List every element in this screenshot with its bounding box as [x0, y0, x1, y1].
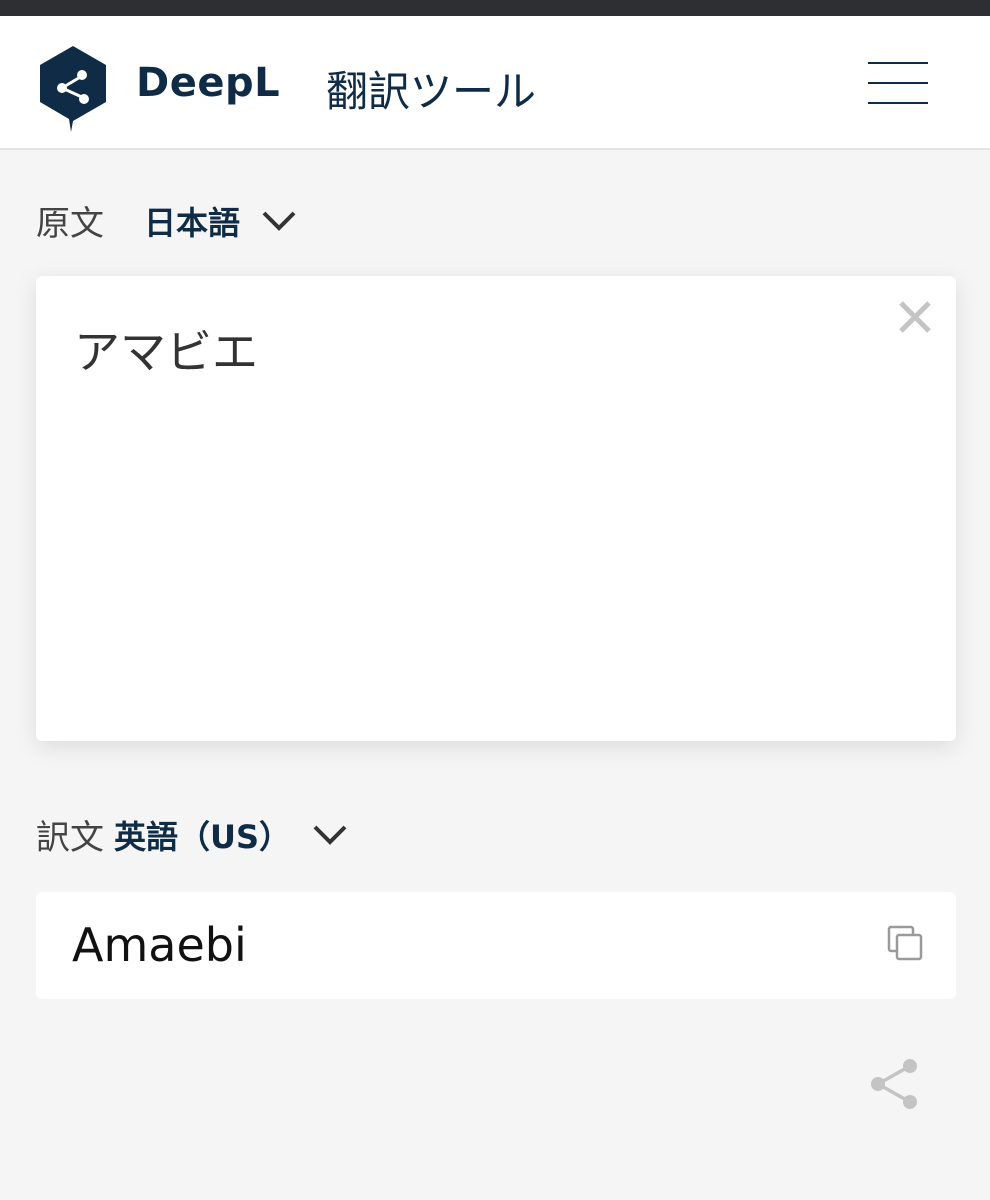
close-icon[interactable]	[896, 298, 934, 336]
menu-line-icon	[868, 82, 928, 84]
chevron-down-icon	[262, 211, 296, 231]
status-bar	[0, 0, 990, 16]
menu-line-icon	[868, 62, 928, 64]
brand-name: DeepL	[136, 60, 281, 106]
target-caption: 訳文	[36, 818, 104, 858]
share-icon[interactable]	[866, 1056, 922, 1112]
app-header: DeepL 翻訳ツール	[0, 16, 990, 150]
source-caption: 原文	[36, 204, 104, 244]
chevron-down-icon	[313, 825, 347, 845]
source-text-input[interactable]: アマビエ	[74, 316, 258, 382]
source-language-name: 日本語	[144, 203, 241, 242]
menu-line-icon	[868, 102, 928, 104]
target-language-select[interactable]: 英語（US）	[114, 812, 349, 858]
deepl-logo-icon[interactable]	[38, 46, 108, 132]
source-text-panel[interactable]: アマビエ	[36, 276, 956, 741]
source-language-select[interactable]: 日本語	[144, 198, 298, 244]
source-language-row: 原文 日本語	[36, 196, 298, 245]
target-language-name: 英語（US）	[114, 817, 292, 856]
translation-output-panel: Amaebi	[36, 892, 956, 999]
target-language-row: 訳文 英語（US）	[36, 810, 349, 859]
page-title: 翻訳ツール	[326, 67, 537, 116]
translation-output-text: Amaebi	[72, 918, 247, 972]
copy-icon[interactable]	[886, 924, 924, 962]
hamburger-menu-button[interactable]	[866, 60, 932, 106]
